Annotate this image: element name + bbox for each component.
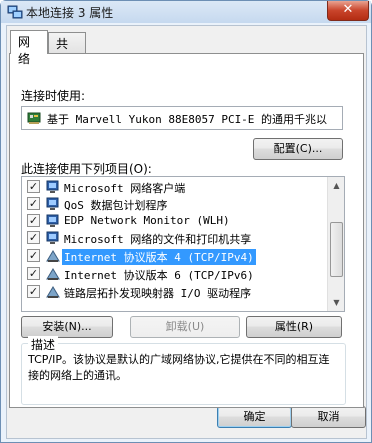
protocol-icon: [46, 268, 60, 280]
item-label: QoS 数据包计划程序: [64, 199, 168, 212]
items-label: 此连接使用下列项目(O):: [21, 162, 152, 176]
cancel-button[interactable]: 取消: [291, 406, 366, 428]
ok-button[interactable]: 确定: [217, 406, 292, 428]
adapter-name: 基于 Marvell Yukon 88E8057 PCI-E 的通用千兆以: [47, 113, 328, 126]
list-scrollbar[interactable]: ▲ ▼: [327, 177, 344, 311]
window-title: 本地连接 3 属性: [26, 6, 114, 20]
tab-network[interactable]: 网络: [10, 30, 48, 66]
network-adapter-icon: [27, 112, 41, 124]
protocol-icon: [46, 250, 60, 262]
install-button[interactable]: 安装(N)...: [21, 316, 113, 338]
close-button[interactable]: ✕: [327, 1, 369, 21]
network-client-icon: [46, 180, 59, 193]
item-checkbox[interactable]: ✓: [27, 285, 40, 298]
protocol-icon: [46, 286, 60, 298]
components-list[interactable]: ✓ Microsoft 网络客户端 ✓ QoS 数据包计划程序 ✓ EDP Ne…: [21, 176, 345, 312]
item-checkbox[interactable]: ✓: [27, 214, 40, 227]
item-checkbox[interactable]: ✓: [27, 197, 40, 210]
properties-dialog: 本地连接 3 属性 ✕ 网络 共享 连接时使用: 基于 Marvell Yuko…: [0, 0, 372, 443]
list-item[interactable]: ✓ EDP Network Monitor (WLH): [22, 212, 327, 230]
scroll-up-icon[interactable]: ▲: [328, 177, 344, 194]
network-connection-icon: [7, 5, 23, 19]
connect-using-label: 连接时使用:: [21, 89, 86, 103]
list-item-selected[interactable]: ✓ Internet 协议版本 4 (TCP/IPv4): [22, 247, 327, 265]
network-monitor-icon: [46, 214, 59, 227]
list-item[interactable]: ✓ Internet 协议版本 6 (TCP/IPv6): [22, 265, 327, 283]
scroll-down-icon[interactable]: ▼: [328, 294, 344, 311]
properties-button[interactable]: 属性(R): [246, 316, 342, 338]
dialog-body: 网络 共享 连接时使用: 基于 Marvell Yukon 88E8057 PC…: [6, 25, 367, 439]
configure-button[interactable]: 配置(C)...: [253, 138, 343, 160]
list-item[interactable]: ✓ Microsoft 网络的文件和打印机共享: [22, 229, 327, 247]
file-printer-sharing-icon: [46, 231, 59, 244]
item-checkbox[interactable]: ✓: [27, 267, 40, 280]
item-checkbox[interactable]: ✓: [27, 249, 40, 262]
list-item[interactable]: ✓ QoS 数据包计划程序: [22, 195, 327, 213]
list-item[interactable]: ✓ 链路层拓扑发现映射器 I/O 驱动程序: [22, 283, 327, 301]
description-title: 描述: [28, 336, 59, 353]
title-bar[interactable]: 本地连接 3 属性: [1, 1, 371, 23]
description-text: TCP/IP。该协议是默认的广域网络协议,它提供在不同的相互连接的网络上的通讯。: [28, 353, 330, 382]
item-checkbox[interactable]: ✓: [27, 231, 40, 244]
uninstall-button[interactable]: 卸载(U): [130, 316, 240, 338]
item-label: Internet 协议版本 4 (TCP/IPv4): [62, 249, 256, 265]
item-label: Microsoft 网络客户端: [64, 182, 186, 195]
list-item[interactable]: ✓ Microsoft 网络客户端: [22, 178, 327, 196]
tab-sharing[interactable]: 共享: [48, 32, 86, 68]
tab-panel-network: 连接时使用: 基于 Marvell Yukon 88E8057 PCI-E 的通…: [9, 53, 364, 408]
item-checkbox[interactable]: ✓: [27, 180, 40, 193]
adapter-field: 基于 Marvell Yukon 88E8057 PCI-E 的通用千兆以: [21, 106, 343, 130]
qos-scheduler-icon: [46, 197, 59, 210]
item-label: Internet 协议版本 6 (TCP/IPv6): [64, 269, 254, 282]
item-label: EDP Network Monitor (WLH): [64, 214, 230, 227]
item-label: Microsoft 网络的文件和打印机共享: [64, 233, 252, 246]
item-label: 链路层拓扑发现映射器 I/O 驱动程序: [64, 287, 252, 300]
scroll-thumb[interactable]: [330, 222, 343, 277]
